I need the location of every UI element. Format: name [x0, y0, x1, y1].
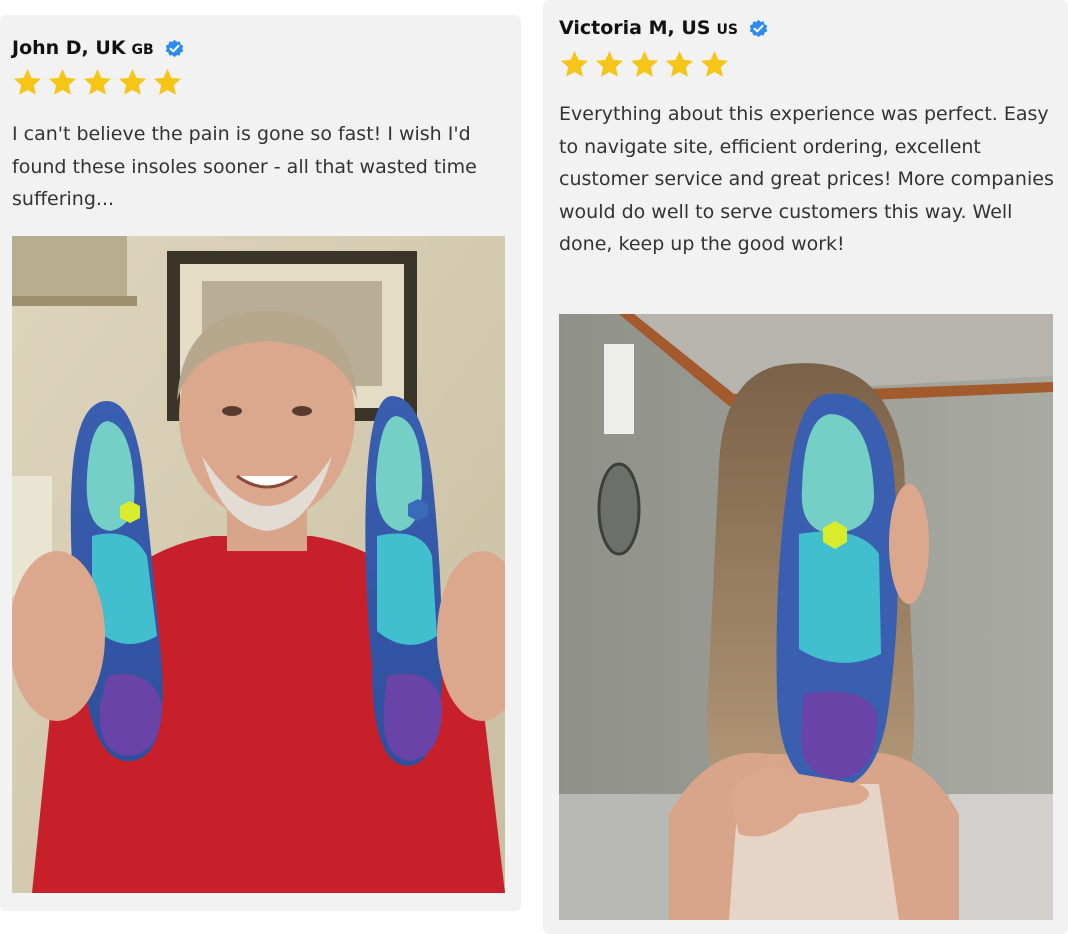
reviewer-name: John D, UK — [12, 37, 126, 59]
verified-check-icon — [748, 18, 769, 39]
star-icon — [630, 50, 659, 77]
country-code: US — [716, 22, 738, 38]
star-icon — [595, 50, 624, 77]
review-card: Victoria M, US US Everything about this … — [543, 0, 1068, 934]
star-icon — [153, 68, 182, 95]
star-icon — [83, 68, 112, 95]
star-icon — [48, 68, 77, 95]
star-icon — [665, 50, 694, 77]
country-code: GB — [131, 42, 154, 58]
review-card: John D, UK GB I can't believe the pain i… — [0, 15, 521, 911]
star-icon — [560, 50, 589, 77]
star-icon — [13, 68, 42, 95]
star-rating — [559, 49, 730, 80]
review-photo[interactable] — [12, 236, 505, 893]
reviewer-header: Victoria M, US US — [559, 17, 769, 39]
star-rating — [12, 67, 183, 98]
star-icon — [118, 68, 147, 95]
review-text: I can't believe the pain is gone so fast… — [12, 123, 477, 210]
verified-check-icon — [164, 38, 185, 59]
review-photo[interactable] — [559, 314, 1053, 920]
reviewer-name: Victoria M, US — [559, 17, 711, 39]
star-icon — [700, 50, 729, 77]
review-text: Everything about this experience was per… — [559, 103, 1054, 255]
reviewer-header: John D, UK GB — [12, 37, 185, 59]
